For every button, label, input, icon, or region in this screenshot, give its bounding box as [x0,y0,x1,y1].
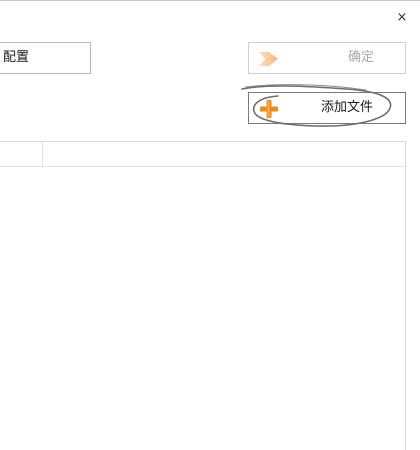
title-bar-edge [0,0,420,1]
ok-button[interactable]: 确定 [248,42,406,74]
config-button[interactable]: 配置 [0,42,91,74]
close-button[interactable]: × [392,10,412,26]
arrow-right-icon [259,52,278,66]
ok-button-label: 确定 [347,50,374,65]
add-file-button-label: 添加文件 [320,100,373,115]
config-button-label: 配置 [3,50,30,65]
column-header[interactable] [0,142,43,166]
dialog-window: × 配置 确定 添加文件 [0,0,420,450]
table-header [0,142,405,167]
add-file-button[interactable]: 添加文件 [248,92,406,124]
column-header[interactable] [43,142,405,166]
file-table[interactable] [0,141,406,450]
plus-icon [260,100,278,118]
